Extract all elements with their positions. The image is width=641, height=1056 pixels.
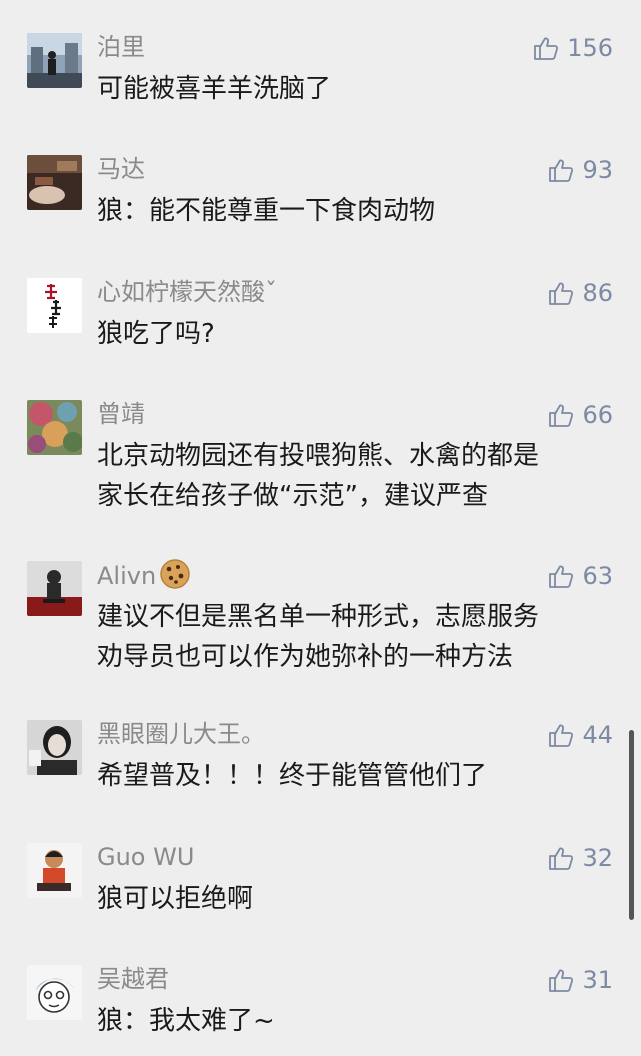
like-button[interactable]: 156 (533, 32, 613, 64)
thumbs-up-icon (533, 35, 559, 61)
like-button[interactable]: 93 (548, 154, 613, 186)
avatar[interactable] (27, 843, 82, 898)
commenter-name[interactable]: Guo WU (97, 841, 194, 873)
comment-text: 狼：能不能尊重一下食肉动物 (97, 191, 597, 231)
thumbs-up-icon (548, 967, 574, 993)
avatar[interactable] (27, 155, 82, 210)
comment-text: 狼可以拒绝啊 (97, 879, 597, 919)
thumbs-up-icon (548, 280, 574, 306)
like-count: 156 (567, 34, 613, 62)
comment-text-line: 北京动物园还有投喂狗熊、水禽的都是 (97, 441, 540, 471)
comment-text: 狼吃了吗? (97, 314, 597, 354)
commenter-name[interactable]: 吴越君 (97, 963, 169, 995)
avatar[interactable] (27, 561, 82, 616)
comment-text-line: 狼吃了吗? (97, 319, 215, 349)
like-count: 66 (582, 401, 613, 429)
comment-text-line: 狼：能不能尊重一下食肉动物 (97, 196, 436, 226)
comment-text-line: 家长在给孩子做“示范”，建议严查 (97, 481, 488, 511)
avatar[interactable] (27, 720, 82, 775)
comment-text-line: 狼：我太难了~ (97, 1006, 275, 1036)
comment-list: 泊里 156 可能被喜羊羊洗脑了 马达 93 狼：能不能尊重一下食肉动物 心如柠… (0, 0, 641, 1056)
comment-text-line: 狼可以拒绝啊 (97, 884, 254, 914)
thumbs-up-icon (548, 722, 574, 748)
like-button[interactable]: 32 (548, 842, 613, 874)
like-button[interactable]: 86 (548, 277, 613, 309)
thumbs-up-icon (548, 563, 574, 589)
thumbs-up-icon (548, 157, 574, 183)
comment-text: 北京动物园还有投喂狗熊、水禽的都是 家长在给孩子做“示范”，建议严查 (97, 436, 597, 516)
like-button[interactable]: 66 (548, 399, 613, 431)
cookie-icon (160, 559, 190, 589)
scrollbar[interactable] (629, 730, 634, 920)
avatar[interactable] (27, 33, 82, 88)
like-count: 93 (582, 156, 613, 184)
comment-text-line: 可能被喜羊羊洗脑了 (97, 74, 332, 104)
avatar[interactable] (27, 965, 82, 1020)
comment-text: 可能被喜羊羊洗脑了 (97, 69, 597, 109)
like-count: 86 (582, 279, 613, 307)
commenter-name[interactable]: 曾靖 (97, 398, 145, 430)
like-button[interactable]: 31 (548, 964, 613, 996)
avatar[interactable] (27, 400, 82, 455)
like-button[interactable]: 63 (548, 560, 613, 592)
comment-text: 建议不但是黑名单一种形式，志愿服务 劝导员也可以作为她弥补的一种方法 (97, 597, 597, 677)
comment-text-line: 建议不但是黑名单一种形式，志愿服务 (97, 602, 540, 632)
like-count: 32 (582, 844, 613, 872)
like-button[interactable]: 44 (548, 719, 613, 751)
commenter-name[interactable]: Alivn (97, 559, 190, 592)
comment-text: 希望普及！！！终于能管管他们了 (97, 756, 597, 796)
avatar[interactable] (27, 278, 82, 333)
commenter-name[interactable]: 黑眼圈儿大王。 (97, 718, 265, 750)
commenter-name[interactable]: 马达 (97, 153, 145, 185)
commenter-name-text: Alivn (97, 562, 157, 590)
thumbs-up-icon (548, 402, 574, 428)
thumbs-up-icon (548, 845, 574, 871)
commenter-name[interactable]: 泊里 (97, 31, 145, 63)
comment-text: 狼：我太难了~ (97, 1001, 597, 1041)
like-count: 31 (582, 966, 613, 994)
like-count: 44 (582, 721, 613, 749)
commenter-name[interactable]: 心如柠檬天然酸ˇ (97, 276, 277, 308)
comment-text-line: 劝导员也可以作为她弥补的一种方法 (97, 642, 514, 672)
comment-text-line: 希望普及！！！终于能管管他们了 (97, 761, 488, 791)
like-count: 63 (582, 562, 613, 590)
